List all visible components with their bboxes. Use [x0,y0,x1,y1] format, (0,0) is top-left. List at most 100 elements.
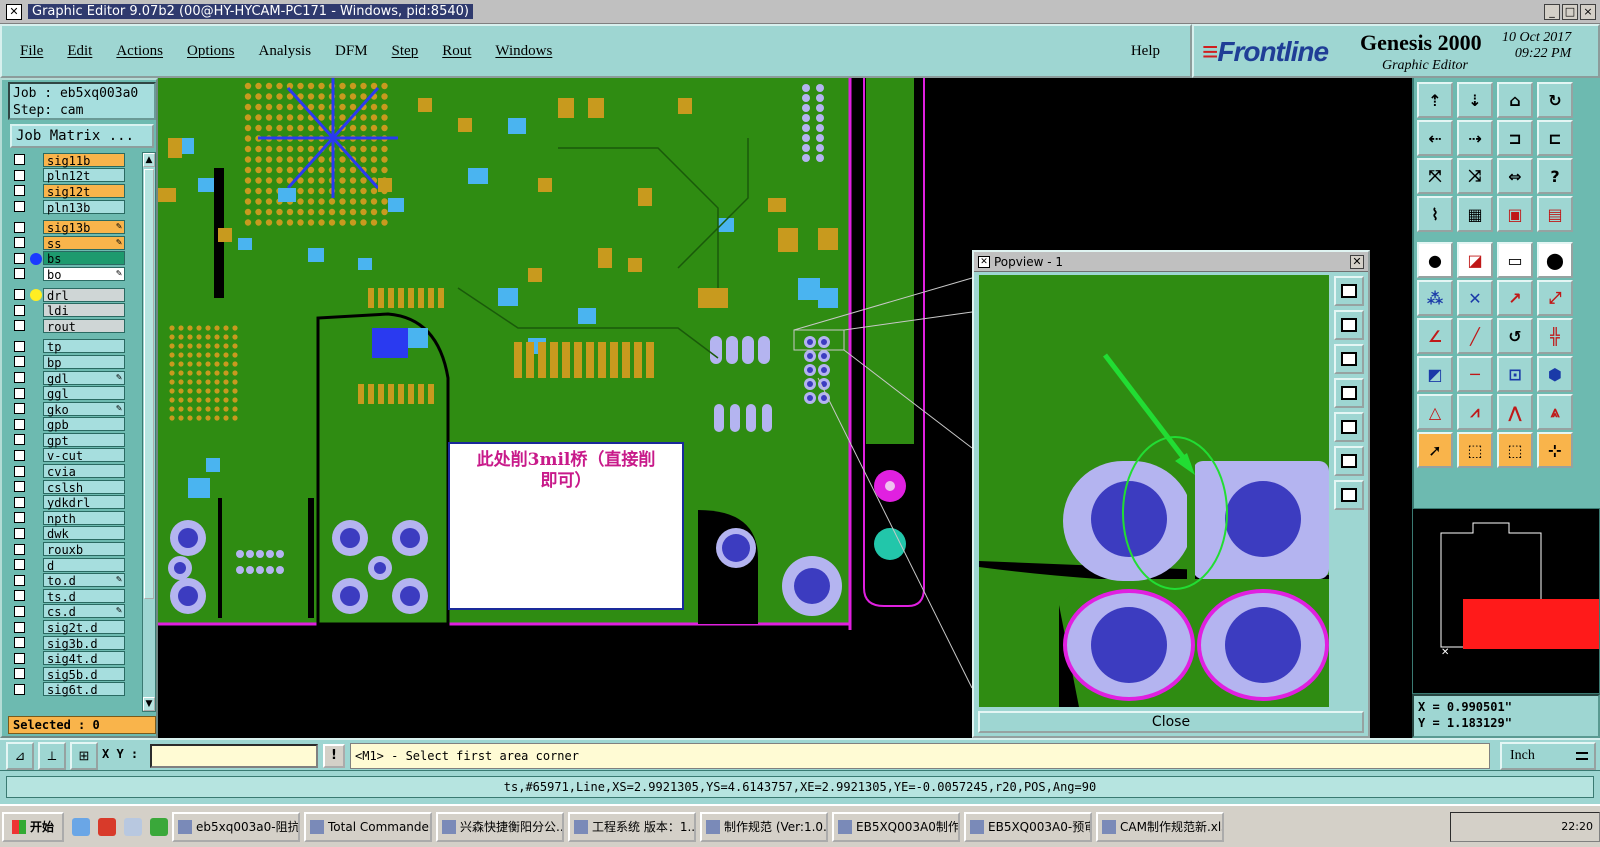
layer-name[interactable]: to.d ✎ [43,573,125,588]
layer-checkbox[interactable] [14,668,25,680]
layer-checkbox[interactable] [14,221,25,233]
layer-name[interactable]: d [43,557,125,573]
layer-checkbox[interactable] [14,543,25,555]
window-title-bar[interactable]: ✕ Graphic Editor 9.07b2 (00@HY-HYCAM-PC1… [0,0,1600,24]
layer-row-bo[interactable]: bo ✎ [8,266,140,282]
popview-fit-icon[interactable] [1334,276,1364,306]
pdf-icon[interactable] [98,817,117,836]
pan-right-icon[interactable]: ⇢ [1457,120,1493,156]
layer-checkbox[interactable] [14,320,25,332]
layer-checkbox[interactable] [14,387,25,399]
start-button[interactable]: 开始 [2,811,65,842]
layer-row-pln12t[interactable]: pln12t [8,168,140,183]
layer-row-rout[interactable]: rout [8,318,140,334]
select-net-icon[interactable]: ⊹ [1537,432,1573,468]
layer-name[interactable]: sig2t.d [43,620,125,635]
layer-row-cvia[interactable]: cvia [8,463,140,479]
layer-row-bs[interactable]: bs [8,251,140,266]
menu-edit[interactable]: Edit [67,43,92,60]
popview-zoom-out-icon[interactable] [1334,446,1364,476]
minimize-button[interactable]: _ [1544,3,1560,20]
layer-row-ss[interactable]: ss ✎ [8,235,140,251]
popview-close-button[interactable]: Close [978,711,1364,733]
layer-name[interactable]: v-cut [43,448,125,463]
menu-options[interactable]: Options [187,43,235,60]
browser-icon[interactable] [150,817,169,836]
layer-checkbox[interactable] [14,465,25,477]
tri-d-icon[interactable]: ⩓ [1537,394,1573,430]
task-item[interactable]: EB5XQ003A0-预审... [964,811,1093,842]
layer-row-cslsh[interactable]: cslsh [8,479,140,495]
layer-checkbox[interactable] [14,590,25,602]
layer-name[interactable]: tp [43,339,125,354]
popview-pan-down-icon[interactable] [1334,344,1364,374]
maximize-button[interactable]: □ [1562,3,1578,20]
task-item[interactable]: EB5XQ003A0制作单... [832,811,961,842]
layer-row-ggl[interactable]: ggl [8,385,140,401]
task-item[interactable]: 兴森快捷衡阳分公... [436,811,565,842]
select-icon[interactable]: ➚ [1417,432,1453,468]
layer-checkbox[interactable] [14,559,25,571]
menu-windows[interactable]: Windows [495,43,552,60]
layer-name[interactable]: ydkdrl [43,495,125,510]
layer-name[interactable]: ss ✎ [43,235,125,251]
popview-pan-left-icon[interactable] [1334,378,1364,408]
measure-icon[interactable]: ⌇ [1417,196,1453,232]
layer-name[interactable]: ggl [43,386,125,401]
layer-checkbox[interactable] [14,289,25,301]
scroll-down-icon[interactable]: ▼ [143,697,155,711]
layer-checkbox[interactable] [14,418,25,430]
layer-name[interactable]: pln13b [43,199,125,215]
layer-checkbox[interactable] [14,637,25,649]
layer-name[interactable]: bp [43,354,125,370]
task-item[interactable]: Total Commander 7.... [304,811,433,842]
layer-checkbox[interactable] [14,304,25,316]
layer-name[interactable]: sig3b.d [43,635,125,651]
menu-step[interactable]: Step [392,43,419,60]
task-item[interactable]: CAM制作规范新.xls... [1096,811,1225,842]
close-button[interactable]: × [1580,3,1596,20]
layer-name[interactable]: ldi [43,303,125,318]
xy-input[interactable] [150,744,318,768]
layer-name[interactable]: gpb [43,417,125,432]
ortho-mode-icon[interactable]: ⟂ [38,742,66,770]
zoom-box-icon[interactable]: ⊐ [1497,120,1533,156]
layer-row-gdl[interactable]: gdl ✎ [8,370,140,386]
select-area-icon[interactable]: ⬚ [1497,432,1533,468]
cross-icon[interactable]: ✕ [1457,280,1493,316]
popview-pan-right-icon[interactable] [1334,412,1364,442]
layer-row-sig3b-d[interactable]: sig3b.d [8,635,140,651]
layer-row-ydkdrl[interactable]: ydkdrl [8,494,140,510]
layer-checkbox[interactable] [14,574,25,586]
layer-scrollbar[interactable]: ▲ ▼ [142,152,156,712]
help-icon[interactable]: ? [1537,158,1573,194]
layer-checkbox[interactable] [14,372,25,384]
scroll-up-icon[interactable]: ▲ [143,153,155,167]
grid-icon[interactable]: ▦ [1457,196,1493,232]
layer-name[interactable]: rouxb [43,542,125,557]
layer-name[interactable]: bo ✎ [43,266,125,282]
layer-checkbox[interactable] [14,449,25,461]
layer-name[interactable]: dwk [43,526,125,541]
arc-icon[interactable]: ↺ [1497,318,1533,354]
overview-map[interactable]: ✕ [1412,508,1600,694]
layer-name[interactable]: gko ✎ [43,401,125,417]
layer-row-npth[interactable]: npth [8,510,140,526]
layer-checkbox[interactable] [14,340,25,352]
layer-name[interactable]: npth [43,510,125,526]
layer-checkbox[interactable] [14,169,25,181]
popview-zoom-in-icon[interactable] [1334,480,1364,510]
layer-checkbox[interactable] [14,403,25,415]
layer-name[interactable]: ts.d [43,588,125,604]
menu-file[interactable]: File [20,43,43,60]
layer-name[interactable]: drl [43,287,125,303]
layer-name[interactable]: sig6t.d [43,682,125,697]
merge-icon[interactable]: ⬢ [1537,356,1573,392]
layer-row-sig4t-d[interactable]: sig4t.d [8,650,140,666]
layer-checkbox[interactable] [14,621,25,633]
layer-checkbox[interactable] [14,185,25,197]
task-item[interactable]: 工程系统 版本：1... [568,811,697,842]
tri-c-icon[interactable]: ⋀ [1497,394,1533,430]
layer-checkbox[interactable] [14,652,25,664]
popview-canvas[interactable] [979,275,1329,707]
